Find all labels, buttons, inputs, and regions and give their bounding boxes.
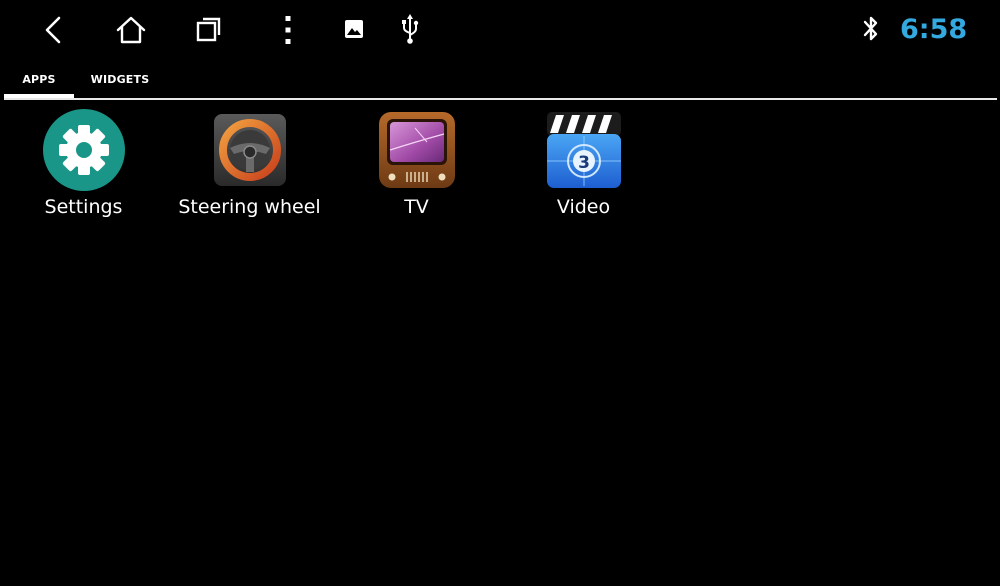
top-bar: 6:58 [0, 0, 1000, 58]
launcher-tabs: APPS WIDGETS [0, 62, 1000, 100]
image-notification-icon [345, 20, 363, 38]
bluetooth-status [857, 12, 885, 46]
home-button[interactable] [109, 8, 153, 52]
recents-icon [196, 17, 221, 42]
app-label-video: Video [556, 196, 611, 218]
tab-widgets[interactable]: WIDGETS [84, 62, 156, 98]
app-steering-wheel[interactable]: Steering wheel [166, 108, 333, 228]
usb-status [396, 12, 424, 46]
tab-apps[interactable]: APPS [4, 62, 74, 98]
image-notification [340, 12, 368, 46]
app-label-tv: TV [404, 196, 429, 218]
more-options-button[interactable] [266, 8, 310, 52]
video-clapperboard-icon: 3 [546, 112, 621, 188]
app-video[interactable]: 3 Video [500, 108, 667, 228]
app-settings[interactable]: Settings [0, 108, 167, 228]
back-icon [45, 16, 61, 44]
back-button[interactable] [32, 8, 76, 52]
status-clock: 6:58 [900, 14, 968, 45]
launcher-screen: 6:58 APPS WIDGETS Settings Steering whee… [0, 0, 1000, 586]
home-icon [116, 16, 146, 44]
steering-wheel-icon [213, 114, 286, 186]
more-options-icon [285, 16, 291, 44]
app-label-steering-wheel: Steering wheel [178, 196, 321, 218]
bluetooth-icon [863, 16, 878, 41]
usb-icon [402, 14, 419, 44]
tv-icon [378, 112, 455, 188]
settings-gear-icon [42, 109, 125, 191]
recents-button[interactable] [187, 8, 231, 52]
app-tv[interactable]: TV [333, 108, 500, 228]
app-label-settings: Settings [44, 196, 123, 218]
tab-divider [4, 98, 997, 100]
svg-text:3: 3 [578, 153, 590, 173]
